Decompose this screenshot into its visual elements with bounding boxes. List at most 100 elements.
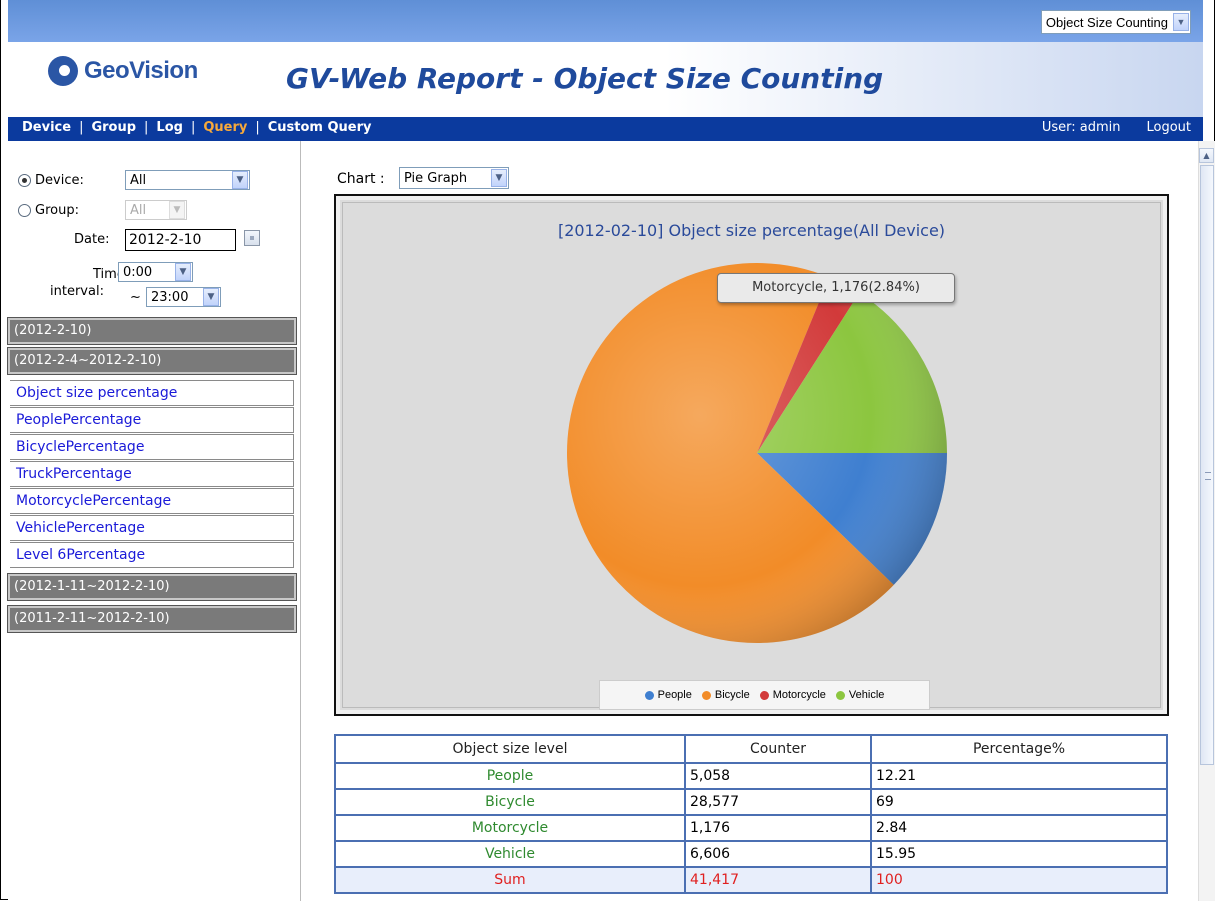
nav-separator: | (190, 120, 196, 135)
nav-separator: | (79, 120, 84, 135)
time-to-value: 23:00 (151, 289, 189, 305)
cell-percentage: 15.95 (870, 840, 1168, 868)
time-from-select[interactable]: 0:00 ▼ (118, 262, 193, 282)
report-type-select[interactable]: Object Size Counting ▼ (1040, 10, 1191, 34)
table-row: Bicycle 28,577 69 (334, 788, 1168, 816)
nav-item-device[interactable]: Device (22, 120, 71, 135)
legend-dot-icon (759, 690, 769, 700)
group-radio[interactable] (18, 204, 31, 217)
legend-dot-icon (835, 690, 845, 700)
top-nav: Device | Group | Log | Query | Custom Query User… (8, 117, 1203, 141)
range-bar[interactable]: (2012-2-4~2012-2-10) (7, 347, 297, 375)
main-content: Chart : Pie Graph ▼ [2012-02-10] Object … (301, 141, 1198, 901)
legend-item[interactable]: Motorcycle (759, 689, 826, 701)
date-label: Date: (74, 232, 110, 247)
time-from-value: 0:00 (123, 264, 153, 280)
vertical-scrollbar[interactable]: ▲ (1198, 141, 1215, 901)
time-to-select[interactable]: 23:00 ▼ (146, 287, 221, 307)
chevron-down-icon[interactable]: ▼ (232, 171, 248, 189)
nav-separator: | (255, 120, 260, 135)
logo-text: GeoVision (84, 57, 198, 84)
cell-counter: 1,176 (684, 814, 872, 842)
legend-item[interactable]: People (644, 689, 692, 701)
cell-sum-counter: 41,417 (684, 866, 872, 894)
chart-frame: [2012-02-10] Object size percentage(All … (334, 194, 1169, 716)
report-link[interactable]: Level 6Percentage (10, 542, 294, 568)
chart-type-label: Chart : (337, 171, 385, 187)
nav-item-custom-query[interactable]: Custom Query (268, 120, 372, 135)
table-row: Motorcycle 1,176 2.84 (334, 814, 1168, 842)
report-type-value: Object Size Counting (1045, 14, 1168, 30)
scrollbar-thumb[interactable] (1200, 165, 1214, 765)
table-sum-row: Sum 41,417 100 (334, 866, 1168, 894)
chart-tooltip: Motorcycle, 1,176(2.84%) (717, 273, 955, 303)
nav-item-query[interactable]: Query (203, 120, 247, 135)
range-bar[interactable]: (2012-1-11~2012-2-10) (7, 573, 297, 601)
chevron-down-icon[interactable]: ▼ (491, 169, 507, 187)
legend-dot-icon (701, 690, 711, 700)
nav-user-area: User: admin Logout (1042, 120, 1191, 135)
nav-item-group[interactable]: Group (91, 120, 136, 135)
top-strip: Object Size Counting ▼ (8, 0, 1203, 42)
column-header: Object size level (334, 734, 686, 764)
nav-links: Device | Group | Log | Query | Custom Query (22, 120, 372, 135)
group-radio-row[interactable]: Group: (18, 203, 79, 218)
report-link[interactable]: MotorcyclePercentage (10, 488, 294, 514)
column-header: Percentage% (870, 734, 1168, 764)
chevron-down-icon[interactable]: ▼ (175, 263, 191, 281)
cell-sum-label: Sum (334, 866, 686, 894)
cell-level: Vehicle (334, 840, 686, 868)
user-label: User: admin (1041, 120, 1121, 135)
legend-label: People (657, 689, 692, 701)
cell-level: People (334, 762, 686, 790)
calendar-icon[interactable] (244, 230, 260, 246)
group-select[interactable]: All ▼ (125, 200, 187, 220)
logout-link[interactable]: Logout (1146, 120, 1191, 135)
device-select[interactable]: All ▼ (125, 170, 250, 190)
cell-sum-percentage: 100 (870, 866, 1168, 894)
legend-item[interactable]: Vehicle (835, 689, 885, 701)
scroll-up-icon[interactable]: ▲ (1199, 148, 1214, 163)
data-table: Object size level Counter Percentage% Pe… (334, 734, 1168, 894)
chevron-down-icon[interactable]: ▼ (1173, 13, 1189, 31)
table-header-row: Object size level Counter Percentage% (334, 734, 1168, 764)
legend-label: Bicycle (714, 689, 750, 701)
cell-percentage: 69 (870, 788, 1168, 816)
column-header: Counter (684, 734, 872, 764)
table-row: People 5,058 12.21 (334, 762, 1168, 790)
logo-mark-icon (48, 56, 78, 86)
device-radio-row[interactable]: Device: (18, 173, 84, 188)
chevron-down-icon[interactable]: ▼ (203, 288, 219, 306)
cell-percentage: 2.84 (870, 814, 1168, 842)
legend-label: Motorcycle (772, 689, 826, 701)
group-label: Group: (35, 203, 79, 218)
nav-separator: | (144, 120, 149, 135)
cell-percentage: 12.21 (870, 762, 1168, 790)
report-link[interactable]: TruckPercentage (10, 461, 294, 487)
report-link[interactable]: BicyclePercentage (10, 434, 294, 460)
cell-counter: 28,577 (684, 788, 872, 816)
device-radio[interactable] (18, 174, 31, 187)
chevron-down-icon[interactable]: ▼ (169, 201, 185, 219)
report-link[interactable]: VehiclePercentage (10, 515, 294, 541)
sidebar: Device: All ▼ Group: All ▼ Date: 2012-2-… (7, 141, 301, 901)
date-input[interactable]: 2012-2-10 (125, 229, 236, 251)
cell-counter: 5,058 (684, 762, 872, 790)
nav-item-log[interactable]: Log (156, 120, 183, 135)
chart-type-value: Pie Graph (404, 170, 468, 186)
interval-label: interval: (50, 284, 104, 299)
report-link[interactable]: PeoplePercentage (10, 407, 294, 433)
chart-type-select[interactable]: Pie Graph ▼ (399, 167, 509, 189)
header: GeoVision GV-Web Report - Object Size Co… (8, 42, 1203, 117)
legend-dot-icon (644, 690, 654, 700)
cell-level: Motorcycle (334, 814, 686, 842)
range-bar[interactable]: (2012-2-10) (7, 317, 297, 345)
legend-label: Vehicle (848, 689, 885, 701)
range-bar[interactable]: (2011-2-11~2012-2-10) (7, 605, 297, 633)
table-row: Vehicle 6,606 15.95 (334, 840, 1168, 868)
tilde-label: ~ (130, 290, 141, 305)
chart-legend: People Bicycle Motorcycle Vehicle (599, 680, 930, 710)
device-label: Device: (35, 173, 84, 188)
legend-item[interactable]: Bicycle (701, 689, 750, 701)
report-link[interactable]: Object size percentage (10, 380, 294, 406)
